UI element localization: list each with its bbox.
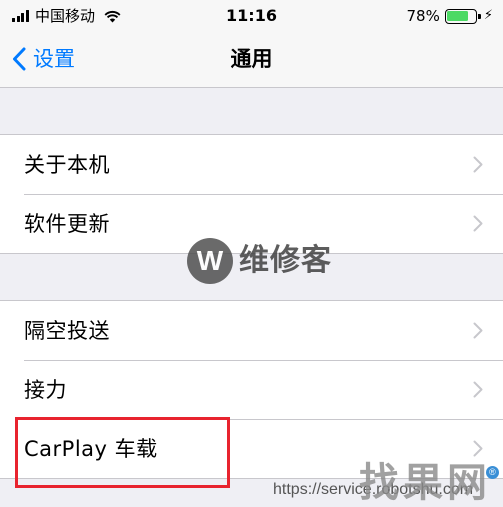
row-label: 软件更新 <box>24 212 110 236</box>
chevron-right-icon <box>473 215 483 232</box>
navigation-bar: 设置 通用 <box>0 32 503 88</box>
row-airdrop[interactable]: 隔空投送 <box>0 301 503 360</box>
page-title: 通用 <box>230 47 273 71</box>
battery-percent: 78% <box>406 7 440 25</box>
chevron-right-icon <box>473 440 483 457</box>
row-label: 接力 <box>24 378 67 402</box>
settings-group-1: 关于本机 软件更新 <box>0 134 503 254</box>
chevron-right-icon <box>473 381 483 398</box>
brand-watermark: W 维修客 <box>187 238 332 284</box>
row-about[interactable]: 关于本机 <box>0 135 503 194</box>
status-right: 78% ⚡ <box>407 7 493 25</box>
chevron-right-icon <box>473 322 483 339</box>
charging-bolt-icon: ⚡ <box>483 8 493 23</box>
battery-icon <box>444 8 481 24</box>
carplay-highlight-box <box>15 417 230 488</box>
row-label: 隔空投送 <box>24 319 110 343</box>
battery-fill <box>447 11 469 21</box>
chevron-right-icon <box>473 156 483 173</box>
row-handoff[interactable]: 接力 <box>0 360 503 419</box>
battery-cap <box>478 13 481 19</box>
site-watermark: 找果网 <box>359 459 491 506</box>
brand-logo-icon: W <box>187 238 233 284</box>
registered-mark-icon: ® <box>486 466 499 479</box>
status-bar: 中国移动 11:16 78% ⚡ <box>0 0 503 32</box>
screen: 中国移动 11:16 78% ⚡ 设置 通用 关于本机 软件更新 隔空投送 接力… <box>0 0 503 507</box>
row-label: 关于本机 <box>24 153 110 177</box>
brand-watermark-text: 维修客 <box>239 243 332 278</box>
